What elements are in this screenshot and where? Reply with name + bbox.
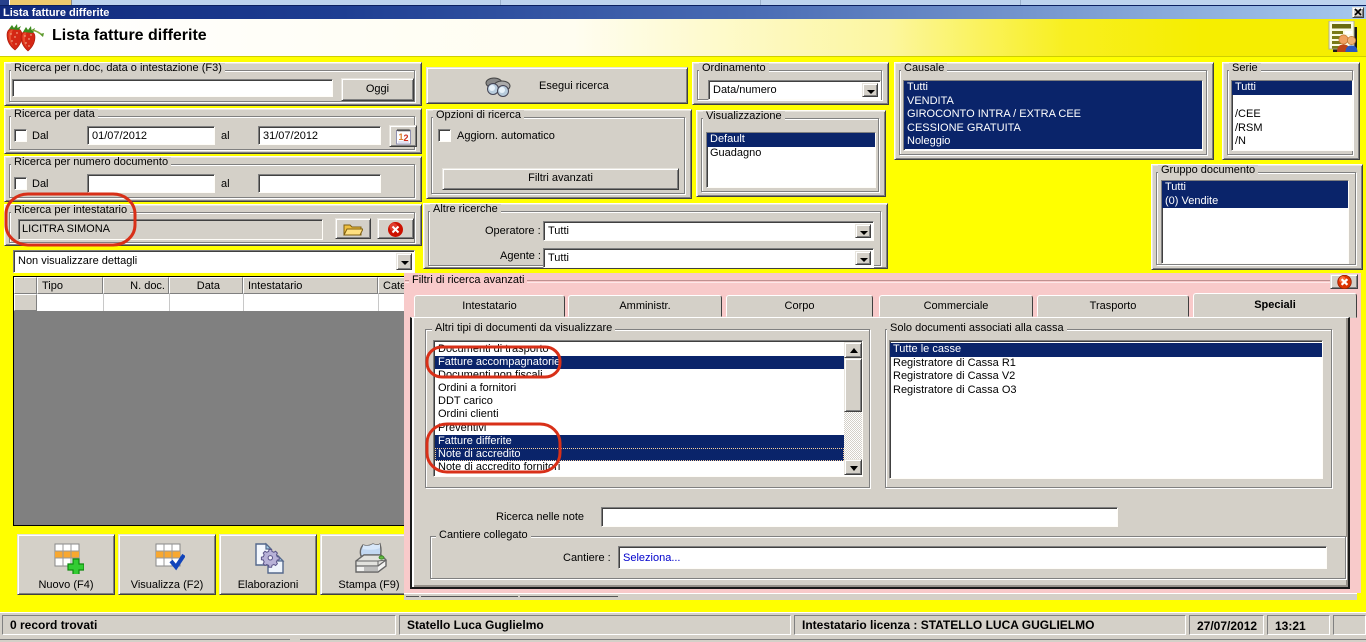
svg-text:2: 2 bbox=[403, 133, 408, 143]
